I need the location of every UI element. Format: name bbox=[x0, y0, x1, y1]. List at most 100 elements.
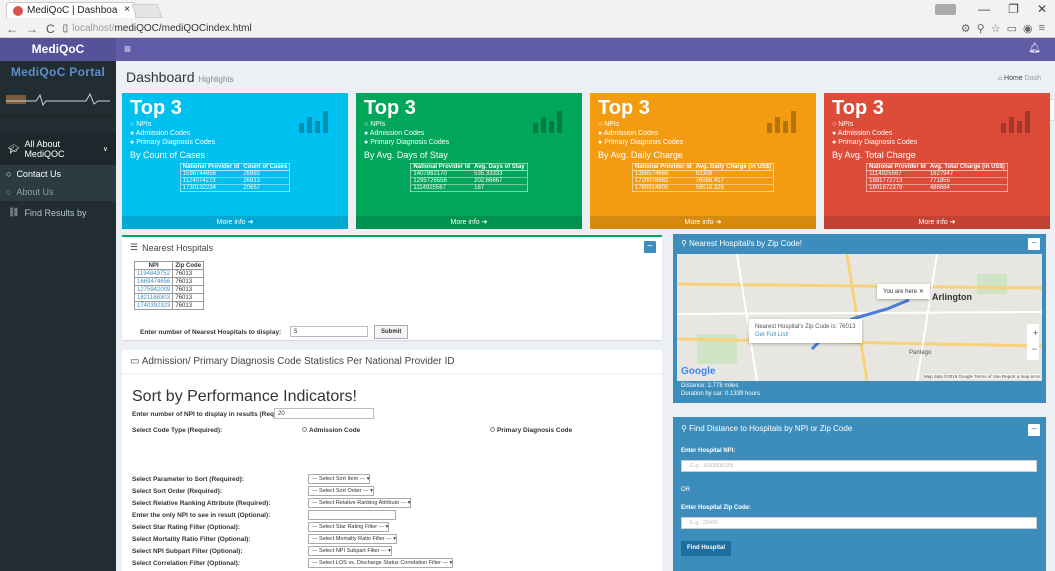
find-hospital-button[interactable]: Find Hospital bbox=[681, 541, 731, 556]
primary-diagnosis-radio[interactable]: Primary Diagnosis Code bbox=[490, 427, 572, 434]
npi-link[interactable]: 1275942009 bbox=[133, 285, 174, 294]
radio-label: Admission Code bbox=[309, 427, 361, 434]
table-row: 1114925567 1627947 bbox=[866, 170, 1008, 178]
filter-select[interactable]: --- Select Star Rating Filter --- ▾ bbox=[308, 522, 390, 532]
column-header: Avg. Total Charge (in US$) bbox=[927, 163, 1008, 171]
submit-button[interactable]: Submit bbox=[374, 325, 409, 339]
main-content: DashboardHighlights ⌂ Home Dash ⚙ Top 3○… bbox=[116, 61, 1055, 571]
npi-link[interactable]: 1194849752 bbox=[133, 269, 174, 278]
sidebar-item-find-results[interactable]: ⛓︎ Find Results by bbox=[0, 201, 116, 224]
filter-select[interactable]: --- Select NPI Subpart Filter --- ▾ bbox=[308, 546, 392, 556]
collapse-button[interactable]: − bbox=[644, 241, 656, 253]
table-cell: 771855 bbox=[927, 177, 1008, 185]
sort-heading: Sort by Performance Indicators! bbox=[132, 388, 357, 405]
hospital-npi-input[interactable]: E.g.: 1093000158 bbox=[681, 460, 1037, 472]
google-map[interactable]: Arlington You are here ✕ Nearest Hospita… bbox=[677, 254, 1042, 381]
maximize-icon[interactable]: ❐ bbox=[1008, 2, 1019, 16]
caret-down-icon: ▾ bbox=[407, 500, 411, 506]
settings-icon[interactable]: ⚙ bbox=[961, 22, 971, 35]
url-path: mediQOC/mediQOCindex.html bbox=[114, 23, 252, 34]
more-info-label: More info bbox=[684, 219, 714, 226]
reload-icon[interactable]: C bbox=[46, 22, 55, 36]
stat-list-label: Admission Codes bbox=[135, 130, 191, 137]
filter-select[interactable]: --- Select LOS vs. Discharge Status Corr… bbox=[308, 558, 454, 568]
portal-banner: MediQoC Portal bbox=[0, 61, 116, 117]
popup-close-icon[interactable]: ✕ bbox=[919, 289, 924, 295]
select-value: --- Select NPI Subpart Filter --- bbox=[312, 548, 387, 554]
nearest-hospitals-box: ☰ Nearest Hospitals − NPI Zip Code 11948… bbox=[122, 235, 662, 340]
breadcrumb-current: Dash bbox=[1024, 75, 1041, 82]
map-collapse-button[interactable]: − bbox=[1028, 238, 1040, 250]
stat-box: Top 3 ○ NPIs ● Admission Codes ● Primary Di… bbox=[122, 93, 348, 229]
filter-select[interactable]: --- Select Mortality Ratio Filter --- ▾ bbox=[308, 534, 398, 544]
graduation-cap-icon: 🎓︎ bbox=[8, 143, 20, 154]
distance-collapse-button[interactable]: − bbox=[1028, 424, 1040, 436]
npi-link[interactable]: 1669474656 bbox=[133, 277, 174, 286]
forward-icon[interactable]: → bbox=[26, 22, 38, 36]
stat-sort-label: By Avg. Total Charge bbox=[832, 150, 916, 160]
window-controls: — ❐ ✕ bbox=[934, 0, 1047, 18]
profile-badge[interactable] bbox=[934, 3, 957, 15]
stat-list-label: NPIs bbox=[370, 121, 386, 128]
stat-list-item: ● Primary Diagnosis Codes bbox=[122, 138, 348, 147]
map-roads bbox=[677, 254, 1042, 381]
caret-down-icon: ▾ bbox=[449, 560, 453, 566]
bullet-icon: ● bbox=[130, 130, 135, 137]
nearest-count-input[interactable]: 5 bbox=[290, 326, 368, 337]
new-tab-button[interactable] bbox=[131, 4, 163, 18]
or-label: OR bbox=[681, 487, 690, 493]
more-info-link[interactable]: More info ➜ bbox=[122, 216, 348, 229]
minimize-icon[interactable]: — bbox=[978, 2, 990, 16]
browser-tab[interactable]: MediQoC | Dashboa × bbox=[6, 2, 136, 18]
zoom-in-icon[interactable]: + bbox=[1033, 328, 1038, 338]
breadcrumb: ⌂ Home Dash bbox=[998, 75, 1041, 82]
only-npi-input[interactable] bbox=[308, 510, 396, 520]
bookmark-star-icon[interactable]: ☆ bbox=[991, 22, 1001, 35]
npi-link[interactable]: 1740392323 bbox=[133, 301, 174, 310]
extension-icon[interactable]: ◉ bbox=[1023, 22, 1033, 35]
browser-navbar: ← → C ▯ localhost/mediQOC/mediQOCindex.h… bbox=[0, 19, 1055, 38]
zip-label: Enter Hospital Zip Code: bbox=[681, 505, 752, 511]
close-window-icon[interactable]: ✕ bbox=[1037, 2, 1047, 16]
npi-count-input[interactable]: 20 bbox=[274, 408, 374, 419]
more-info-link[interactable]: More info ➜ bbox=[590, 216, 816, 229]
table-row: 1740392323 76013 bbox=[133, 301, 205, 310]
stat-list-label: Admission Codes bbox=[369, 130, 425, 137]
zoom-out-icon[interactable]: − bbox=[1032, 344, 1037, 354]
map-town-label: Pantego bbox=[909, 350, 932, 356]
stat-list-label: Primary Diagnosis Codes bbox=[838, 139, 918, 146]
page-icon: ▯ bbox=[62, 23, 69, 34]
sidebar-toggle-icon[interactable]: ≡ bbox=[124, 42, 131, 56]
more-info-link[interactable]: More info ➜ bbox=[356, 216, 582, 229]
ecg-line-icon bbox=[6, 92, 110, 107]
tab-close-icon[interactable]: × bbox=[124, 4, 130, 15]
back-icon[interactable]: ← bbox=[6, 22, 18, 36]
more-info-link[interactable]: More info ➜ bbox=[824, 216, 1050, 229]
google-logo: Google bbox=[681, 366, 716, 377]
cast-icon[interactable]: ▭ bbox=[1007, 22, 1017, 35]
table-cell: 1356574669 bbox=[632, 170, 694, 178]
get-full-list-link[interactable]: Get Full List! bbox=[755, 331, 856, 339]
column-header: NPI bbox=[133, 261, 174, 270]
sidebar-item-about-us[interactable]: ○ About Us bbox=[0, 183, 116, 201]
menu-icon[interactable]: ≡ bbox=[1039, 22, 1045, 35]
hospital-zip-input[interactable]: E.g.: 29495 bbox=[681, 517, 1037, 529]
sidebar-item-label: About Us bbox=[16, 187, 54, 197]
breadcrumb-home[interactable]: Home bbox=[1004, 75, 1023, 82]
app-logo[interactable]: MediQoC bbox=[0, 38, 116, 61]
npi-link[interactable]: 1821168303 bbox=[133, 293, 174, 302]
portal-title: MediQoC Portal bbox=[10, 65, 106, 79]
admission-code-radio[interactable]: Admission Code bbox=[302, 427, 360, 434]
filter-select[interactable]: --- Select Relative Ranking Attribute --… bbox=[308, 498, 412, 508]
zoom-icon[interactable]: ⚲ bbox=[977, 22, 985, 35]
select-value: --- Select Mortality Ratio Filter --- bbox=[312, 536, 392, 542]
notification-bell-icon[interactable]: 🔔︎ bbox=[1028, 43, 1041, 54]
sidebar-item-contact-us[interactable]: ○ Contact Us bbox=[0, 165, 116, 183]
filter-select[interactable]: --- Select Sort Order --- ▾ bbox=[308, 486, 374, 496]
address-bar[interactable]: ▯ localhost/mediQOC/mediQOCindex.html bbox=[63, 22, 953, 36]
more-info-label: More info bbox=[216, 219, 246, 226]
table-cell: 82308 bbox=[693, 170, 774, 178]
sidebar-item-about-mediqoc[interactable]: 🎓︎ All About MediQOC ∨ bbox=[0, 133, 116, 165]
table-cell: 1720078982 bbox=[632, 177, 694, 185]
filter-select[interactable]: --- Select Sort Item --- ▾ bbox=[308, 474, 371, 484]
